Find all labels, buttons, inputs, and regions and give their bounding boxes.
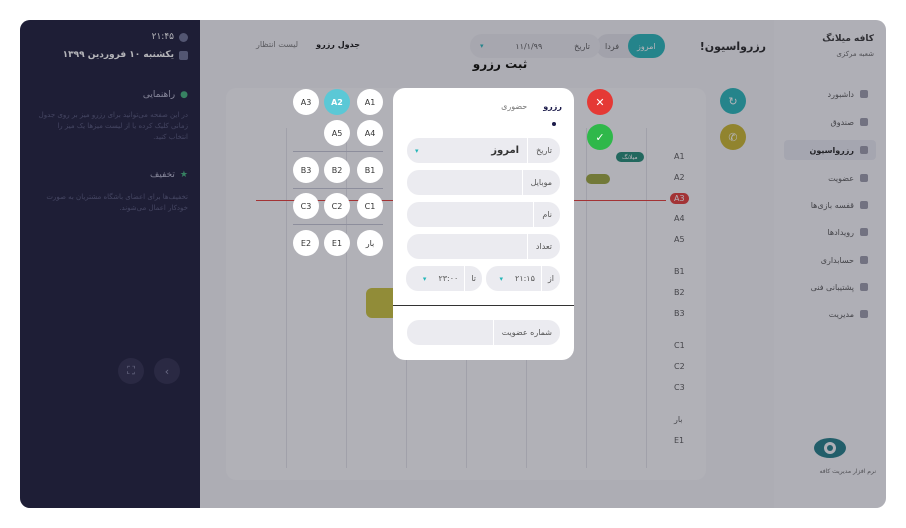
table-option[interactable]: C1 [357, 193, 383, 219]
count-label: تعداد [526, 234, 560, 259]
name-field[interactable]: نام [407, 202, 560, 227]
date-field-label: تاریخ [527, 138, 560, 163]
from-label: از [540, 266, 560, 291]
chevron-down-icon: ▾ [499, 274, 504, 283]
table-option[interactable]: A4 [357, 120, 383, 146]
table-group-divider [293, 224, 383, 225]
table-option-selected[interactable]: A2 [324, 89, 350, 115]
table-option[interactable]: E2 [293, 230, 319, 256]
close-icon[interactable]: ✕ [587, 89, 613, 115]
table-option[interactable]: C2 [324, 193, 350, 219]
table-option[interactable]: بار [357, 230, 383, 256]
mobile-field[interactable]: موبایل [407, 170, 560, 195]
table-option[interactable]: C3 [293, 193, 319, 219]
table-option[interactable]: E1 [324, 230, 350, 256]
to-value: ۲۳:۰۰ [438, 274, 459, 283]
table-option[interactable]: A5 [324, 120, 350, 146]
count-field[interactable]: تعداد [407, 234, 560, 259]
modal-tabs: رزرو حضوری [501, 102, 562, 111]
membership-label: شماره عضویت [492, 320, 560, 345]
table-option[interactable]: B1 [357, 157, 383, 183]
to-time-select[interactable]: تا ۲۳:۰۰ ▾ [406, 266, 482, 291]
table-group-divider [293, 188, 383, 189]
tab-reserve[interactable]: رزرو [543, 102, 562, 111]
table-option[interactable]: B3 [293, 157, 319, 183]
date-select[interactable]: تاریخ امروز ▾ [407, 138, 560, 163]
from-time-select[interactable]: از ۲۱:۱۵ ▾ [486, 266, 560, 291]
confirm-check-icon[interactable]: ✓ [587, 124, 613, 150]
to-label: تا [464, 266, 482, 291]
date-field-value: امروز [491, 145, 520, 156]
tab-walkin[interactable]: حضوری [501, 102, 527, 111]
from-value: ۲۱:۱۵ [515, 274, 535, 283]
active-tab-indicator [552, 122, 556, 126]
section-divider [393, 305, 574, 306]
membership-field[interactable]: شماره عضویت [407, 320, 560, 345]
reservation-modal: رزرو حضوری تاریخ امروز ▾ موبایل نام تعداد… [393, 88, 574, 360]
mobile-label: موبایل [521, 170, 560, 195]
chevron-down-icon: ▾ [422, 274, 427, 283]
table-option[interactable]: A3 [293, 89, 319, 115]
table-option[interactable]: B2 [324, 157, 350, 183]
modal-title: ثبت رزرو [472, 57, 528, 71]
name-label: نام [533, 202, 560, 227]
table-group-divider [293, 151, 383, 152]
app-window: کافه میلانگ شعبه مرکزی داشبورد صندوق رزر… [20, 20, 886, 508]
chevron-down-icon: ▾ [415, 146, 419, 155]
table-option[interactable]: A1 [357, 89, 383, 115]
